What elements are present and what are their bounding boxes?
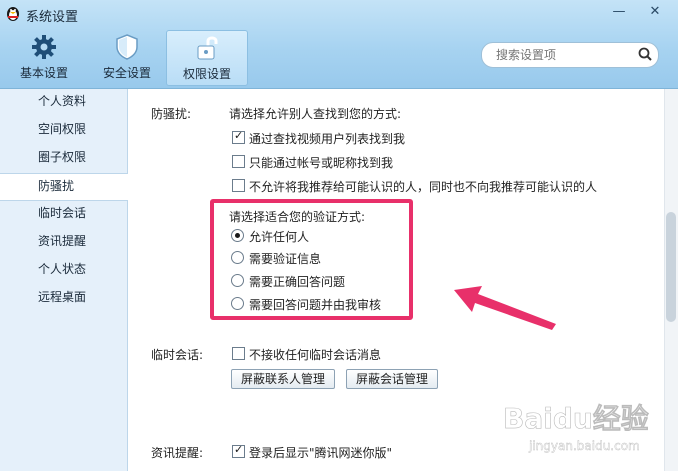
baidu-watermark: Baidu经验 jingyan.baidu.com: [503, 402, 649, 454]
penguin-logo-icon: [7, 7, 19, 21]
unlock-icon: [197, 36, 218, 60]
find-via-video-list-checkbox[interactable]: [232, 129, 245, 144]
gear-icon: [32, 35, 56, 59]
checkbox-label: 通过查找视频用户列表找到我: [249, 132, 406, 146]
sidebar-item-space-permission[interactable]: 空间权限: [0, 117, 127, 145]
close-button[interactable]: ✕: [640, 4, 670, 22]
news-reminder-label: 资讯提醒:: [151, 446, 204, 460]
find-via-account-only-checkbox[interactable]: [232, 155, 245, 168]
svg-text:Baidu经验: Baidu经验: [503, 402, 649, 435]
checkbox-label: 不接收任何临时会话消息: [249, 348, 382, 362]
anti-harassment-label: 防骚扰:: [151, 107, 192, 121]
pointer-arrow-icon: [454, 286, 556, 330]
no-recommendation-checkbox[interactable]: [232, 179, 245, 192]
sidebar-item-anti-harassment[interactable]: 防骚扰: [0, 173, 128, 201]
reject-temp-messages-checkbox[interactable]: [232, 347, 245, 360]
search-box[interactable]: [481, 42, 659, 68]
tab-label: 安全设置: [102, 66, 151, 80]
minimize-button[interactable]: —: [604, 4, 634, 22]
tab-security-settings[interactable]: 安全设置: [96, 30, 158, 84]
sidebar-item-temp-session[interactable]: 临时会话: [0, 201, 127, 229]
sidebar-item-remote-desktop[interactable]: 远程桌面: [0, 285, 127, 313]
sidebar-item-news-reminder[interactable]: 资讯提醒: [0, 229, 127, 257]
tab-label: 基本设置: [19, 66, 68, 80]
highlight-box: [210, 199, 413, 320]
toolbar: 系统设置 — ✕ 基本设置 安全设置 权限设置: [0, 0, 678, 89]
find-method-prompt: 请选择允许别人查找到您的方式:: [229, 107, 402, 121]
block-contacts-button[interactable]: 屏蔽联系人管理: [231, 369, 335, 389]
block-sessions-button[interactable]: 屏蔽会话管理: [346, 369, 438, 389]
search-icon[interactable]: [638, 47, 652, 61]
show-mini-news-checkbox[interactable]: [232, 443, 245, 458]
temp-session-label: 临时会话:: [151, 348, 204, 362]
tab-basic-settings[interactable]: 基本设置: [13, 30, 75, 84]
sidebar-item-personal-status[interactable]: 个人状态: [0, 257, 127, 285]
search-input[interactable]: [494, 46, 638, 64]
window-title: 系统设置: [26, 10, 79, 25]
checkbox-label: 只能通过帐号或昵称找到我: [249, 156, 394, 170]
scrollbar-thumb[interactable]: [666, 212, 676, 322]
tab-permission-settings[interactable]: 权限设置: [166, 30, 248, 86]
sidebar-item-circle-permission[interactable]: 圈子权限: [0, 145, 127, 173]
tab-label: 权限设置: [182, 67, 231, 81]
sidebar-item-profile[interactable]: 个人资料: [0, 89, 127, 117]
shield-icon: [116, 34, 138, 60]
svg-text:jingyan.baidu.com: jingyan.baidu.com: [528, 439, 640, 453]
checkbox-label: 登录后显示"腾讯网迷你版": [249, 446, 393, 460]
checkbox-label: 不允许将我推荐给可能认识的人，同时也不向我推荐可能认识的人: [249, 180, 598, 194]
sidebar: 个人资料 空间权限 圈子权限 防骚扰 临时会话 资讯提醒 个人状态 远程桌面: [0, 89, 128, 471]
